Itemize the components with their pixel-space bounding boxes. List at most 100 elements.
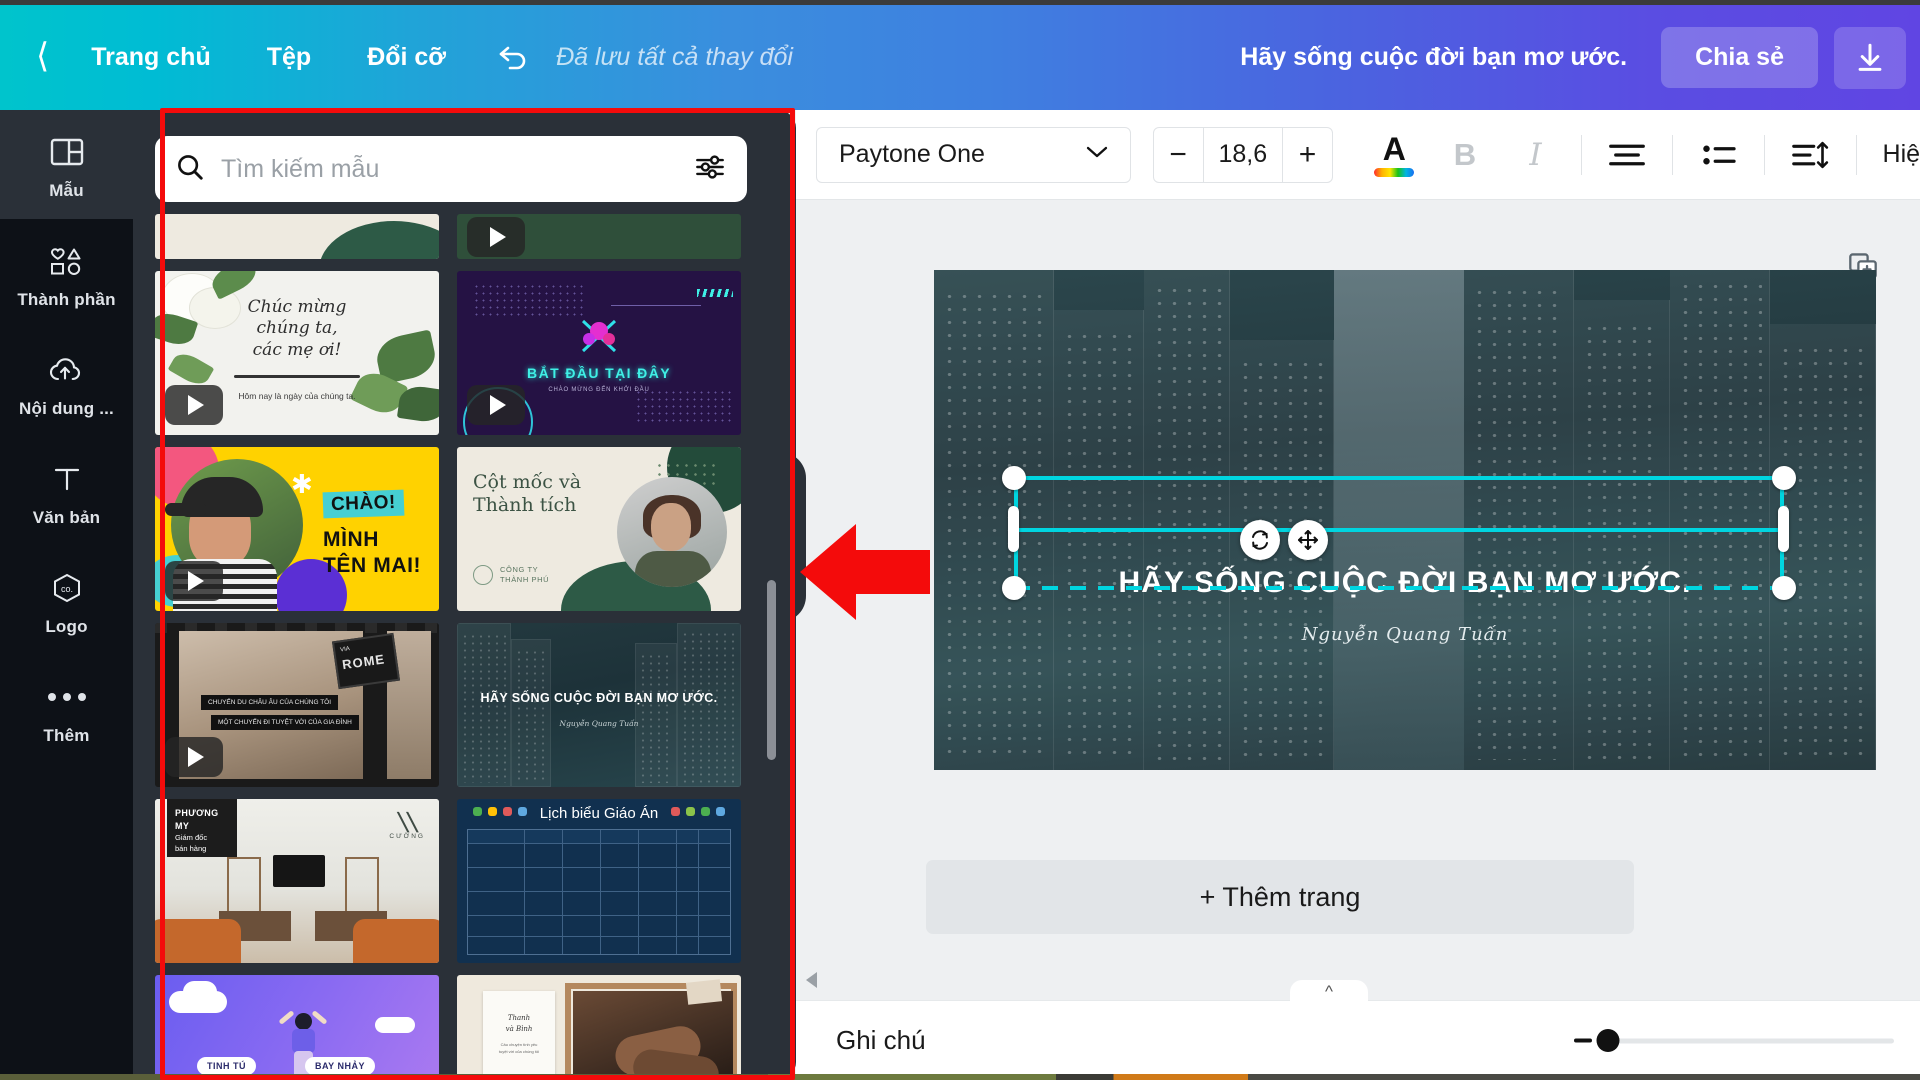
panel-scrollbar[interactable] (767, 580, 776, 760)
sidebar-item-elements[interactable]: Thành phần (0, 219, 133, 328)
portrait-photo (617, 477, 727, 587)
tv-screen (273, 855, 325, 887)
resize-handle-right-middle[interactable] (1778, 506, 1789, 552)
file-menu-button[interactable]: Tệp (239, 35, 339, 80)
bullet-list-icon[interactable] (1683, 124, 1754, 186)
decor-line (611, 305, 701, 306)
sliders-icon[interactable] (695, 153, 725, 186)
document-title[interactable]: Hãy sống cuộc đời bạn mơ ước. (1240, 43, 1661, 72)
text-t-icon (52, 459, 82, 499)
chevron-down-icon (1084, 143, 1110, 166)
sidebar-item-label: Mẫu (49, 181, 84, 200)
decor-icons (671, 807, 725, 816)
search-box[interactable] (155, 136, 747, 202)
template-title: Chúc mừng chúng ta, các mẹ ơi! (247, 297, 347, 360)
decor-dots (635, 389, 731, 423)
cloud-upload-icon (48, 350, 86, 390)
template-thumbnail[interactable]: BẮT ĐẦU TẠI ĐÂY CHÀO MỪNG ĐẾN KHỞI ĐẦU (457, 271, 741, 435)
font-size-decrease-button[interactable]: − (1154, 128, 1203, 182)
home-button[interactable]: Trang chủ (63, 35, 238, 80)
decor-dots (473, 283, 583, 317)
font-size-increase-button[interactable]: + (1283, 128, 1332, 182)
font-family-select[interactable]: Paytone One (816, 126, 1131, 183)
sidebar-item-logo[interactable]: co. Logo (0, 546, 133, 655)
divider (234, 375, 360, 378)
search-icon (175, 152, 205, 187)
toolbar-divider (1672, 134, 1674, 175)
play-icon[interactable] (165, 561, 223, 601)
page-subtitle-text[interactable]: Nguyễn Quang Tuấn (1302, 624, 1509, 645)
zoom-knob[interactable] (1596, 1029, 1620, 1052)
template-thumbnail[interactable]: ✱ CHÀO! MÌNH TÊN MAI! (155, 447, 439, 611)
sidebar-item-templates[interactable]: Mẫu (0, 110, 133, 219)
top-bar-left-group: ⟨ Trang chủ Tệp Đổi cỡ Đã lưu tất cả tha… (0, 35, 793, 80)
template-thumbnail[interactable]: VIA ROME CHUYẾN DU CHÂU ÂU CỦA CHÚNG TÔI … (155, 623, 439, 787)
rotate-icon[interactable] (1240, 520, 1280, 560)
design-page[interactable]: HÃY SỐNG CUỘC ĐỜI BẠN MƠ ƯỚC. Nguyễn Qua… (934, 270, 1876, 770)
notes-button[interactable]: Ghi chú (836, 1025, 926, 1056)
template-thumbnail[interactable]: PHƯƠNG MY Giám đốc bán hàng ╲╲ CƯỜNG (155, 799, 439, 963)
add-page-button[interactable]: + Thêm trang (926, 860, 1634, 934)
play-icon[interactable] (165, 385, 223, 425)
template-brand: CÔNG TY THÀNH PHÚ (473, 565, 549, 585)
sidebar-item-more[interactable]: Thêm (0, 655, 133, 764)
text-toolbar: Paytone One − 18,6 + A B I Hiệ (796, 110, 1920, 200)
resize-handle-bottom-left[interactable] (1002, 576, 1026, 600)
template-thumbnail[interactable]: HÃY SỐNG CUỘC ĐỜI BẠN MƠ ƯỚC. Nguyễn Qua… (457, 623, 741, 787)
download-icon[interactable] (1834, 26, 1906, 89)
toolbar-divider (1580, 134, 1582, 175)
align-center-icon[interactable] (1592, 124, 1663, 186)
template-thumbnail[interactable]: Cột mốc và Thành tích CÔNG TY THÀNH PHÚ (457, 447, 741, 611)
template-thumbnail[interactable]: Chúc mừng chúng ta, các mẹ ơi! Hôm nay là … (155, 271, 439, 435)
play-icon[interactable] (467, 385, 525, 425)
page-title-text[interactable]: HÃY SỐNG CUỘC ĐỜI BẠN MƠ ƯỚC. (1118, 566, 1691, 600)
top-bar: ⟨ Trang chủ Tệp Đổi cỡ Đã lưu tất cả tha… (0, 0, 1920, 110)
resize-handle-bottom-right[interactable] (1772, 576, 1796, 600)
template-title: Cột mốc và Thành tích (473, 471, 582, 517)
save-status-text: Đã lưu tất cả thay đổi (556, 43, 793, 71)
play-icon[interactable] (467, 217, 525, 257)
move-arrows-icon[interactable] (1288, 520, 1328, 560)
street-sign: VIA ROME (331, 632, 401, 690)
schedule-grid (467, 829, 731, 955)
template-thumbnail[interactable]: TINH TÚ BAY NHẢY (155, 975, 439, 1080)
resize-handle-top-left[interactable] (1002, 466, 1026, 490)
sofa (353, 919, 439, 963)
undo-icon[interactable] (474, 42, 552, 74)
templates-panel: Chúc mừng chúng ta, các mẹ ơi! Hôm nay là … (133, 110, 796, 1080)
bottom-bar: Ghi chú (796, 1000, 1920, 1080)
play-icon[interactable] (165, 737, 223, 777)
bold-button[interactable]: B (1430, 124, 1501, 186)
caret-left-icon[interactable] (806, 972, 817, 988)
search-area (155, 136, 747, 202)
share-button[interactable]: Chia sẻ (1661, 27, 1818, 88)
template-thumbnail[interactable]: Lịch biểu Giáo Án (457, 799, 741, 963)
chevron-left-icon[interactable]: ⟨ (36, 39, 63, 77)
template-thumbnail[interactable] (155, 214, 439, 259)
effects-button[interactable]: Hiệ (1883, 140, 1920, 169)
font-size-value[interactable]: 18,6 (1202, 127, 1284, 182)
sidebar-item-label: Nội dung ... (19, 399, 114, 418)
sidebar-item-uploads[interactable]: Nội dung ... (0, 328, 133, 437)
resize-button[interactable]: Đổi cỡ (339, 35, 474, 80)
selection-border-top (1014, 476, 1784, 480)
resize-handle-left-middle[interactable] (1008, 506, 1019, 552)
font-family-value: Paytone One (839, 140, 985, 168)
italic-button[interactable]: I (1500, 124, 1571, 186)
annotation-arrow-left (800, 520, 930, 629)
cloud-icon (183, 981, 217, 1003)
zoom-slider[interactable] (1574, 1029, 1894, 1052)
shapes-icon (48, 241, 86, 281)
note-card: Thanh và Bình Câu chuyện tình yêu tuyệt vờ… (483, 991, 555, 1080)
zoom-track[interactable] (1596, 1029, 1894, 1052)
template-thumbnail[interactable] (457, 214, 741, 259)
minus-icon[interactable] (1574, 1038, 1592, 1043)
template-thumbnail[interactable]: Thanh và Bình Câu chuyện tình yêu tuyệt vờ… (457, 975, 741, 1080)
chevron-up-icon[interactable]: ^ (1290, 980, 1368, 1004)
svg-text:co.: co. (60, 584, 72, 594)
text-color-a-icon[interactable]: A (1359, 124, 1430, 186)
search-input[interactable] (221, 154, 679, 184)
line-spacing-icon[interactable] (1775, 124, 1846, 186)
resize-handle-top-right[interactable] (1772, 466, 1796, 490)
sidebar-item-text[interactable]: Văn bản (0, 437, 133, 546)
